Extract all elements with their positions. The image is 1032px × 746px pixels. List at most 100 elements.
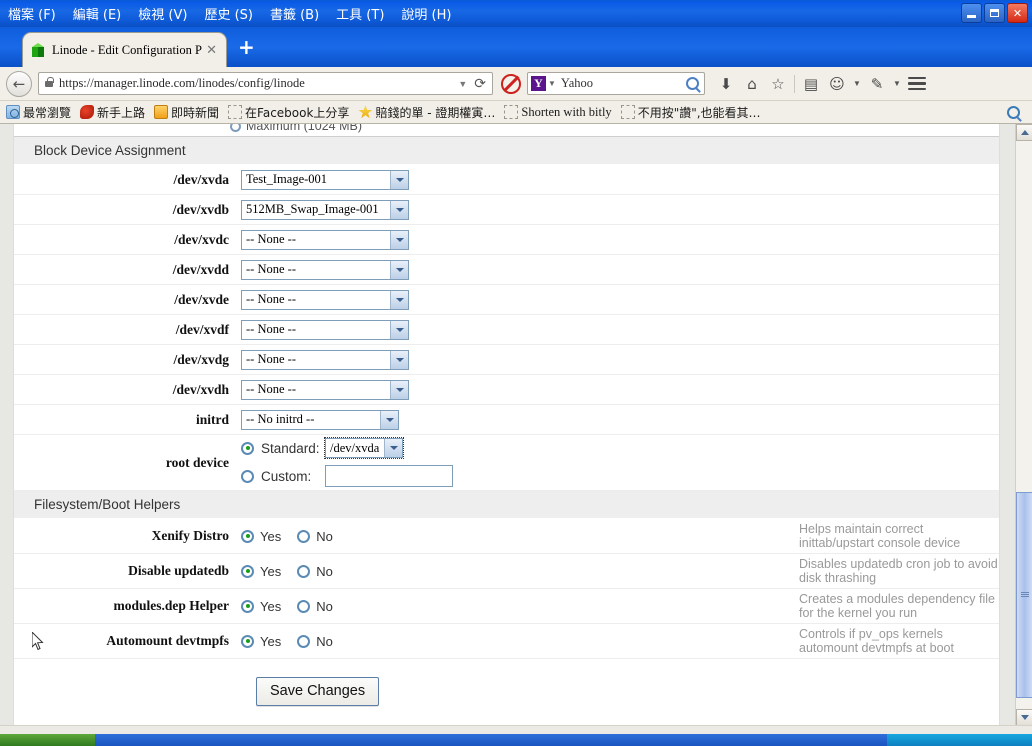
- device-label: /dev/xvdd: [172, 261, 229, 277]
- menu-item-tools[interactable]: 工具 (T): [336, 4, 384, 23]
- smiley-icon[interactable]: ☺: [824, 71, 850, 97]
- placeholder-icon: [228, 105, 243, 119]
- bookmark-label: 不用按"讚",也能看其…: [637, 105, 761, 120]
- menu-item-history[interactable]: 歷史 (S): [204, 4, 253, 23]
- device-label: /dev/xvda: [173, 171, 229, 187]
- root-standard-option[interactable]: Standard: /dev/xvda: [241, 437, 453, 459]
- root-standard-value: /dev/xvda: [330, 440, 380, 455]
- root-standard-select[interactable]: /dev/xvda: [324, 437, 404, 459]
- device-select-xvdg[interactable]: -- None --: [241, 349, 409, 370]
- menu-item-help[interactable]: 說明 (H): [401, 4, 451, 23]
- ssl-lock-icon: [43, 76, 55, 87]
- device-label: /dev/xvdg: [173, 351, 229, 367]
- initrd-select[interactable]: -- No initrd --: [241, 409, 399, 430]
- helper-label: Disable updatedb: [128, 563, 229, 578]
- device-label: /dev/xvdb: [172, 201, 229, 217]
- maximum-memory-radio[interactable]: [230, 124, 241, 132]
- device-select-xvdb[interactable]: 512MB_Swap_Image-001: [241, 199, 409, 220]
- helper-no-radio[interactable]: [297, 599, 311, 613]
- helper-label: Automount devtmpfs: [106, 633, 229, 648]
- helper-row-modules-dep-helper: modules.dep Helper Yes No Creates a modu…: [14, 589, 999, 624]
- bookmark-item[interactable]: 在Facebook上分享: [228, 104, 349, 121]
- home-icon[interactable]: ⌂: [739, 71, 765, 97]
- helper-no-radio[interactable]: [297, 529, 311, 543]
- root-device-label: root device: [165, 454, 229, 470]
- yahoo-logo-icon: Y: [531, 76, 546, 91]
- chevron-down-icon: [1020, 715, 1029, 720]
- menu-item-edit[interactable]: 編輯 (E): [73, 4, 122, 23]
- address-dropdown-icon[interactable]: ▼: [453, 79, 472, 89]
- window-controls: ✕: [961, 3, 1028, 23]
- bookmark-item[interactable]: 賠錢的單 - 證期權寅…: [358, 104, 495, 121]
- save-changes-button[interactable]: Save Changes: [256, 677, 380, 706]
- device-select-xvdd[interactable]: -- None --: [241, 259, 409, 280]
- device-row-xvdd: /dev/xvdd -- None --: [14, 255, 999, 285]
- helper-yes-radio[interactable]: [241, 529, 254, 543]
- bookmark-label: 在Facebook上分享: [245, 105, 350, 120]
- reader-icon[interactable]: ▤: [798, 71, 824, 97]
- device-row-xvdg: /dev/xvdg -- None --: [14, 345, 999, 375]
- url-text: https://manager.linode.com/linodes/confi…: [59, 76, 305, 90]
- scroll-down-button[interactable]: [1016, 709, 1032, 726]
- helper-yes-radio[interactable]: [241, 599, 254, 613]
- root-custom-radio[interactable]: [241, 469, 254, 483]
- bookmark-item[interactable]: 新手上路: [80, 104, 145, 121]
- root-custom-input[interactable]: [325, 465, 453, 487]
- bookmark-item[interactable]: 即時新聞: [154, 104, 219, 121]
- scroll-up-button[interactable]: [1016, 124, 1032, 141]
- rss-icon: [154, 105, 169, 119]
- close-button[interactable]: ✕: [1007, 3, 1028, 23]
- search-engine-dropdown-icon[interactable]: ▼: [548, 79, 556, 88]
- chevron-down-icon: [390, 170, 408, 189]
- smiley-dropdown-icon[interactable]: ▼: [850, 79, 864, 88]
- helper-description: Creates a modules dependency file for th…: [799, 592, 995, 620]
- new-tab-button[interactable]: +: [238, 37, 255, 57]
- bookmark-label: 賠錢的單 - 證期權寅…: [375, 105, 496, 120]
- root-standard-radio[interactable]: [241, 441, 254, 455]
- device-select-value: -- None --: [246, 382, 296, 396]
- folder-icon: [6, 105, 20, 119]
- bookmark-item[interactable]: 最常瀏覽: [6, 104, 71, 121]
- bookmark-item[interactable]: Shorten with bitly: [504, 105, 612, 120]
- tab-close-icon[interactable]: ✕: [203, 43, 220, 58]
- chevron-down-icon: [380, 410, 398, 429]
- device-select-xvdh[interactable]: -- None --: [241, 379, 409, 400]
- browser-tab-active[interactable]: Linode - Edit Configuration P… ✕: [22, 32, 227, 67]
- bookmark-item[interactable]: 不用按"讚",也能看其…: [620, 104, 761, 121]
- minimize-button[interactable]: [961, 3, 982, 23]
- vertical-scrollbar[interactable]: [1015, 124, 1032, 726]
- tools-icon[interactable]: ✎: [864, 71, 890, 97]
- helper-no-radio[interactable]: [297, 564, 311, 578]
- window-titlebar: 檔案 (F) 編輯 (E) 檢視 (V) 歷史 (S) 書籤 (B) 工具 (T…: [0, 0, 1032, 27]
- bookmark-star-icon[interactable]: ☆: [765, 71, 791, 97]
- helper-no-radio[interactable]: [297, 634, 311, 648]
- address-bar[interactable]: https://manager.linode.com/linodes/confi…: [38, 72, 493, 95]
- menu-item-bookmarks[interactable]: 書籤 (B): [270, 4, 319, 23]
- tools-dropdown-icon[interactable]: ▼: [890, 79, 904, 88]
- helper-yes-radio[interactable]: [241, 564, 254, 578]
- helper-yes-radio[interactable]: [241, 634, 254, 648]
- scrollbar-thumb[interactable]: [1016, 492, 1032, 698]
- reload-icon[interactable]: ⟳: [472, 76, 488, 92]
- device-select-xvdf[interactable]: -- None --: [241, 319, 409, 340]
- start-button[interactable]: [0, 734, 95, 746]
- search-icon[interactable]: [686, 77, 699, 90]
- downloads-icon[interactable]: ⬇: [713, 71, 739, 97]
- device-select-xvde[interactable]: -- None --: [241, 289, 409, 310]
- root-custom-option[interactable]: Custom:: [241, 465, 453, 487]
- device-select-xvdc[interactable]: -- None --: [241, 229, 409, 250]
- device-select-value: -- None --: [246, 322, 296, 336]
- device-select-xvda[interactable]: Test_Image-001: [241, 169, 409, 190]
- system-tray[interactable]: [887, 734, 1032, 746]
- menu-item-file[interactable]: 檔案 (F): [8, 4, 56, 23]
- device-select-value: -- None --: [246, 262, 296, 276]
- menu-item-view[interactable]: 檢視 (V): [138, 4, 187, 23]
- noscript-icon[interactable]: [501, 73, 521, 94]
- menu-bar: 檔案 (F) 編輯 (E) 檢視 (V) 歷史 (S) 書籤 (B) 工具 (T…: [0, 4, 451, 23]
- helper-row-automount-devtmpfs: Automount devtmpfs Yes No Controls if pv…: [14, 624, 999, 659]
- maximize-button[interactable]: [984, 3, 1005, 23]
- back-button[interactable]: ←: [6, 70, 32, 97]
- menu-icon[interactable]: [908, 76, 926, 91]
- search-bar[interactable]: Y ▼ Yahoo: [527, 72, 705, 95]
- bookmarks-search-button[interactable]: [1007, 105, 1022, 119]
